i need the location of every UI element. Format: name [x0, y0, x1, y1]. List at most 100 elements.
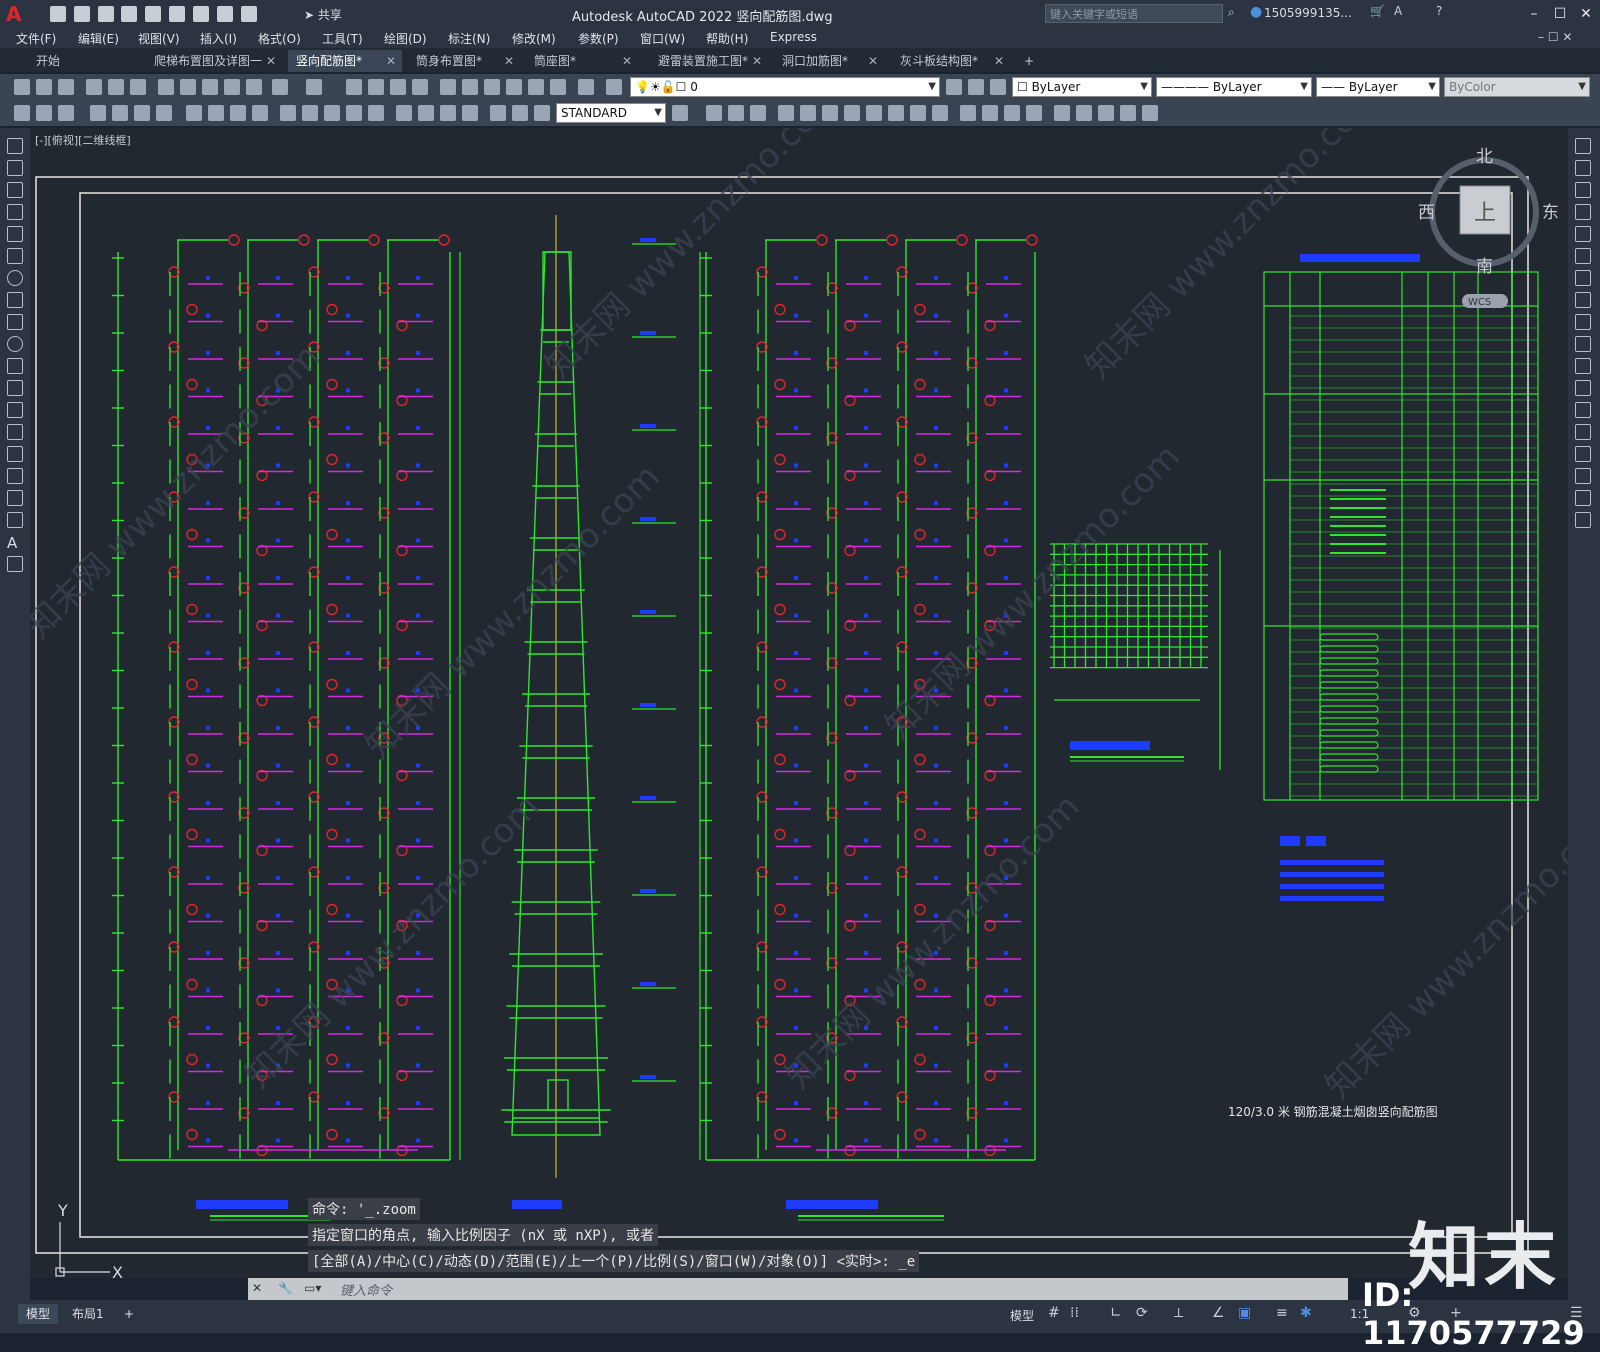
blend-curves-icon[interactable] [1575, 490, 1591, 506]
revision-cloud-icon[interactable] [7, 292, 23, 308]
tab-base[interactable]: 筒座图* ✕ [526, 50, 638, 72]
object-track-icon[interactable]: ∠ [1212, 1305, 1225, 1321]
search-icon[interactable]: ⌕ [1228, 5, 1235, 20]
share-button[interactable]: ➤ 共享 [304, 6, 342, 23]
move-icon[interactable] [1575, 248, 1591, 264]
model-space-toggle[interactable]: 模型 [1010, 1307, 1034, 1324]
tab-close-icon[interactable]: ✕ [266, 50, 276, 72]
undo-icon[interactable] [272, 79, 288, 95]
menu-file[interactable]: 文件(F) [16, 30, 56, 47]
layer-previous-icon[interactable] [968, 79, 984, 95]
menu-modify[interactable]: 修改(M) [512, 30, 556, 47]
dim-update-icon[interactable] [534, 105, 550, 121]
new-file-icon[interactable] [50, 6, 66, 22]
drawing-canvas[interactable]: 120/3.0 米 钢筋混凝土烟囱竖向配筋图 知末网 www.znzmo.com… [30, 128, 1568, 1278]
array-icon[interactable] [1575, 226, 1591, 242]
save-icon[interactable] [97, 6, 114, 22]
image-icon[interactable] [36, 105, 52, 121]
tab-shaft-layout[interactable]: 筒身布置图* ✕ [408, 50, 520, 72]
new-icon[interactable] [14, 79, 30, 95]
viewports-icon[interactable] [1098, 105, 1114, 121]
preview-icon[interactable] [108, 79, 124, 95]
region-icon[interactable] [7, 490, 23, 506]
recent-commands-icon[interactable]: ▭▾ [304, 1281, 321, 1295]
design-center-icon[interactable] [462, 79, 478, 95]
calculator-icon[interactable] [550, 79, 566, 95]
cut-icon[interactable] [158, 79, 174, 95]
center-mark-icon[interactable] [418, 105, 434, 121]
viewcube-west[interactable]: 西 [1418, 203, 1435, 223]
grid-icon[interactable]: # [1048, 1305, 1060, 1321]
open-file-icon[interactable] [73, 6, 90, 22]
tab-start[interactable]: 开始 [28, 50, 138, 72]
stretch-icon[interactable] [1575, 314, 1591, 330]
gradient-icon[interactable] [7, 468, 23, 484]
new-tab-button[interactable]: + [1020, 50, 1044, 72]
isodraft-icon[interactable]: ⟂ [1174, 1305, 1183, 1321]
paste-icon[interactable] [202, 79, 218, 95]
lights-icon[interactable] [1004, 105, 1020, 121]
polygon-icon[interactable] [7, 204, 23, 220]
wcs-label[interactable]: WCS [1468, 297, 1491, 308]
point-icon[interactable] [7, 424, 23, 440]
dim-break-icon[interactable] [368, 105, 384, 121]
hatch-icon[interactable] [58, 105, 74, 121]
properties-icon[interactable] [440, 79, 456, 95]
lineweight-dropdown[interactable]: —— ByLayer ▼ [1316, 77, 1440, 97]
viewcube-face-label[interactable]: 上 [1474, 201, 1496, 226]
explode-icon[interactable] [1575, 512, 1591, 528]
group-edit-icon[interactable] [822, 105, 838, 121]
layer-dropdown[interactable]: 💡☀🔓☐ 0 ▼ [630, 77, 940, 97]
help-icon[interactable]: ? [1436, 4, 1442, 18]
redo-icon[interactable] [240, 6, 257, 22]
doc-window-controls[interactable]: – ☐ ✕ [1538, 30, 1572, 44]
redo-icon[interactable] [306, 79, 322, 95]
arc-icon[interactable] [7, 248, 23, 264]
aligned-dim-icon[interactable] [112, 105, 128, 121]
join-icon[interactable] [1575, 424, 1591, 440]
tab-layout1[interactable]: 布局1 [64, 1304, 112, 1324]
menu-help[interactable]: 帮助(H) [706, 30, 748, 47]
tab-close-icon[interactable]: ✕ [868, 50, 878, 72]
jogged-dim-icon[interactable] [208, 105, 224, 121]
zoom-previous-icon[interactable] [412, 79, 428, 95]
osnap-icon[interactable]: ▣ [1238, 1305, 1251, 1321]
menu-insert[interactable]: 插入(I) [200, 30, 237, 47]
match-properties-icon[interactable] [224, 79, 240, 95]
plot-icon[interactable] [86, 79, 102, 95]
ellipse-arc-icon[interactable] [7, 358, 23, 374]
menu-format[interactable]: 格式(O) [258, 30, 301, 47]
layer-properties-icon[interactable] [606, 79, 622, 95]
autodesk-app-icon[interactable]: A [1394, 4, 1402, 18]
viewcube-south[interactable]: 南 [1476, 257, 1493, 277]
id-point-icon[interactable] [932, 105, 948, 121]
arc-length-icon[interactable] [134, 105, 150, 121]
dim-text-edit-icon[interactable] [512, 105, 528, 121]
tab-ash-hopper[interactable]: 灰斗板结构图* ✕ [892, 50, 1010, 72]
close-command-icon[interactable]: ✕ [252, 1281, 262, 1295]
qnew-icon[interactable] [14, 105, 30, 121]
open-web-icon[interactable] [145, 6, 162, 22]
plotstyle-dropdown[interactable]: ByColor ▼ [1444, 77, 1590, 97]
tab-close-icon[interactable]: ✕ [752, 50, 762, 72]
tab-close-icon[interactable]: ✕ [504, 50, 514, 72]
viewcube-north[interactable]: 北 [1476, 147, 1493, 167]
ordinate-dim-icon[interactable] [156, 105, 172, 121]
break-at-point-icon[interactable] [1575, 402, 1591, 418]
ellipse-icon[interactable] [7, 336, 23, 352]
hatch-icon[interactable] [7, 446, 23, 462]
undo-icon[interactable] [216, 6, 233, 22]
jogged-linear-icon[interactable] [462, 105, 478, 121]
spline-icon[interactable] [7, 314, 23, 330]
multiline-text-icon[interactable]: A [7, 534, 23, 552]
viewcube-east[interactable]: 东 [1542, 203, 1559, 223]
tab-lightning[interactable]: 避雷装置施工图* ✕ [650, 50, 768, 72]
help-icon[interactable] [578, 79, 594, 95]
table-icon[interactable] [7, 512, 23, 528]
tab-close-icon[interactable]: ✕ [386, 50, 396, 72]
make-current-layer-icon[interactable] [946, 79, 962, 95]
copy-icon[interactable] [180, 79, 196, 95]
pan-icon[interactable] [346, 79, 362, 95]
open-icon[interactable] [36, 79, 52, 95]
list-icon[interactable] [910, 105, 926, 121]
